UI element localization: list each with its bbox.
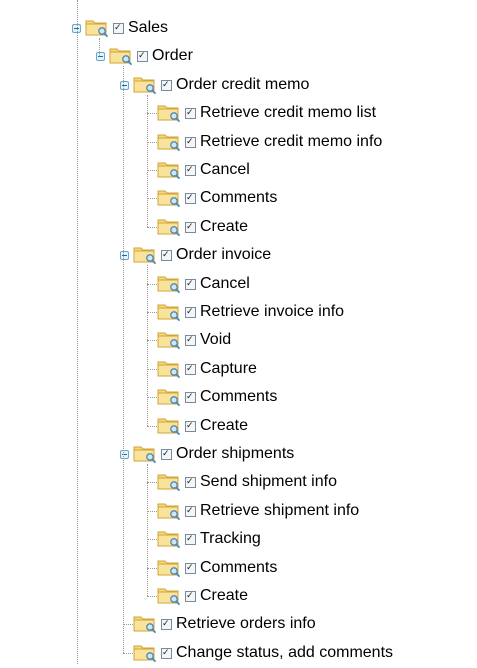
tree-node-label[interactable]: Tracking [200, 530, 261, 548]
tree-node-label[interactable]: Comments [200, 189, 277, 207]
tree-node-label[interactable]: Void [200, 331, 231, 349]
permission-checkbox[interactable] [161, 79, 172, 91]
folder-with-magnifier-icon [157, 414, 181, 436]
folder-with-magnifier-icon [157, 130, 181, 152]
tree-node-label[interactable]: Comments [200, 559, 277, 577]
collapse-toggle-icon[interactable] [120, 450, 129, 459]
folder-with-magnifier-icon [133, 442, 157, 464]
permission-checkbox[interactable] [185, 307, 196, 318]
folder-with-magnifier-icon [157, 584, 181, 606]
permission-tree: Sales Order Order credit memo Retrieve cred… [0, 0, 477, 664]
folder-with-magnifier-icon [157, 215, 181, 237]
permission-checkbox[interactable] [185, 193, 196, 205]
collapse-toggle-icon[interactable] [120, 251, 129, 261]
folder-with-magnifier-icon [157, 186, 181, 208]
tree-node-label[interactable]: Order invoice [176, 246, 271, 264]
permission-checkbox[interactable] [185, 420, 196, 432]
collapse-toggle-icon[interactable] [120, 80, 129, 90]
permission-checkbox[interactable] [185, 477, 196, 489]
tree-node-label[interactable]: Comments [200, 388, 277, 406]
folder-with-magnifier-icon [157, 527, 181, 549]
folder-with-magnifier-icon [157, 470, 181, 492]
permission-checkbox[interactable] [185, 534, 196, 546]
tree-node-label[interactable]: Retrieve credit memo info [200, 133, 382, 151]
folder-with-magnifier-icon [133, 243, 157, 265]
permission-checkbox[interactable] [161, 647, 172, 659]
folder-with-magnifier-icon [157, 158, 181, 180]
permission-checkbox[interactable] [185, 505, 196, 517]
tree-node-label[interactable]: Order shipments [176, 445, 294, 463]
tree-connector [147, 94, 148, 227]
folder-with-magnifier-icon [157, 328, 181, 350]
tree-connector [99, 38, 100, 57]
tree-node-label[interactable]: Order credit memo [176, 76, 309, 94]
folder-with-magnifier-icon [157, 357, 181, 379]
permission-checkbox[interactable] [185, 591, 196, 602]
tree-node-label[interactable]: Create [200, 587, 248, 605]
tree-node-label[interactable]: Change status, add comments [176, 644, 393, 662]
permission-checkbox[interactable] [185, 562, 196, 574]
tree-node-label[interactable]: Cancel [200, 161, 250, 179]
permission-checkbox[interactable] [185, 221, 196, 233]
tree-node-label[interactable]: Retrieve invoice info [200, 303, 344, 321]
permission-checkbox[interactable] [185, 278, 196, 290]
folder-with-magnifier-icon [157, 385, 181, 407]
permission-checkbox[interactable] [161, 250, 172, 262]
tree-connector [123, 66, 124, 653]
tree-node-label[interactable]: Create [200, 218, 248, 236]
folder-with-magnifier-icon [85, 16, 109, 38]
tree-node-label[interactable]: Capture [200, 360, 257, 378]
folder-with-magnifier-icon [157, 272, 181, 294]
tree-node-label[interactable]: Cancel [200, 275, 250, 293]
tree-node-label[interactable]: Order [152, 47, 193, 65]
permission-checkbox[interactable] [161, 619, 172, 631]
permission-checkbox[interactable] [137, 51, 148, 63]
tree-node-label[interactable]: Sales [128, 19, 168, 37]
permission-checkbox[interactable] [113, 23, 124, 34]
tree-node-label[interactable]: Retrieve credit memo list [200, 104, 376, 122]
collapse-toggle-icon[interactable] [96, 52, 105, 62]
folder-with-magnifier-icon [109, 44, 133, 66]
folder-with-magnifier-icon [157, 556, 181, 578]
permission-checkbox[interactable] [185, 108, 196, 120]
permission-checkbox[interactable] [185, 165, 196, 176]
tree-node-label[interactable]: Retrieve orders info [176, 615, 316, 633]
permission-checkbox[interactable] [161, 449, 172, 460]
folder-with-magnifier-icon [157, 499, 181, 521]
permission-checkbox[interactable] [185, 363, 196, 375]
folder-with-magnifier-icon [133, 641, 157, 663]
tree-node-label[interactable]: Retrieve shipment info [200, 502, 359, 520]
folder-with-magnifier-icon [157, 101, 181, 123]
tree-node-label[interactable]: Send shipment info [200, 473, 337, 491]
folder-with-magnifier-icon [157, 300, 181, 322]
folder-with-magnifier-icon [133, 73, 157, 95]
folder-with-magnifier-icon [133, 612, 157, 634]
tree-node-label[interactable]: Create [200, 417, 248, 435]
permission-checkbox[interactable] [185, 392, 196, 404]
tree-connector [147, 265, 148, 426]
tree-connector [77, 0, 78, 664]
tree-connector [147, 464, 148, 596]
permission-checkbox[interactable] [185, 136, 196, 148]
permission-checkbox[interactable] [185, 335, 196, 347]
